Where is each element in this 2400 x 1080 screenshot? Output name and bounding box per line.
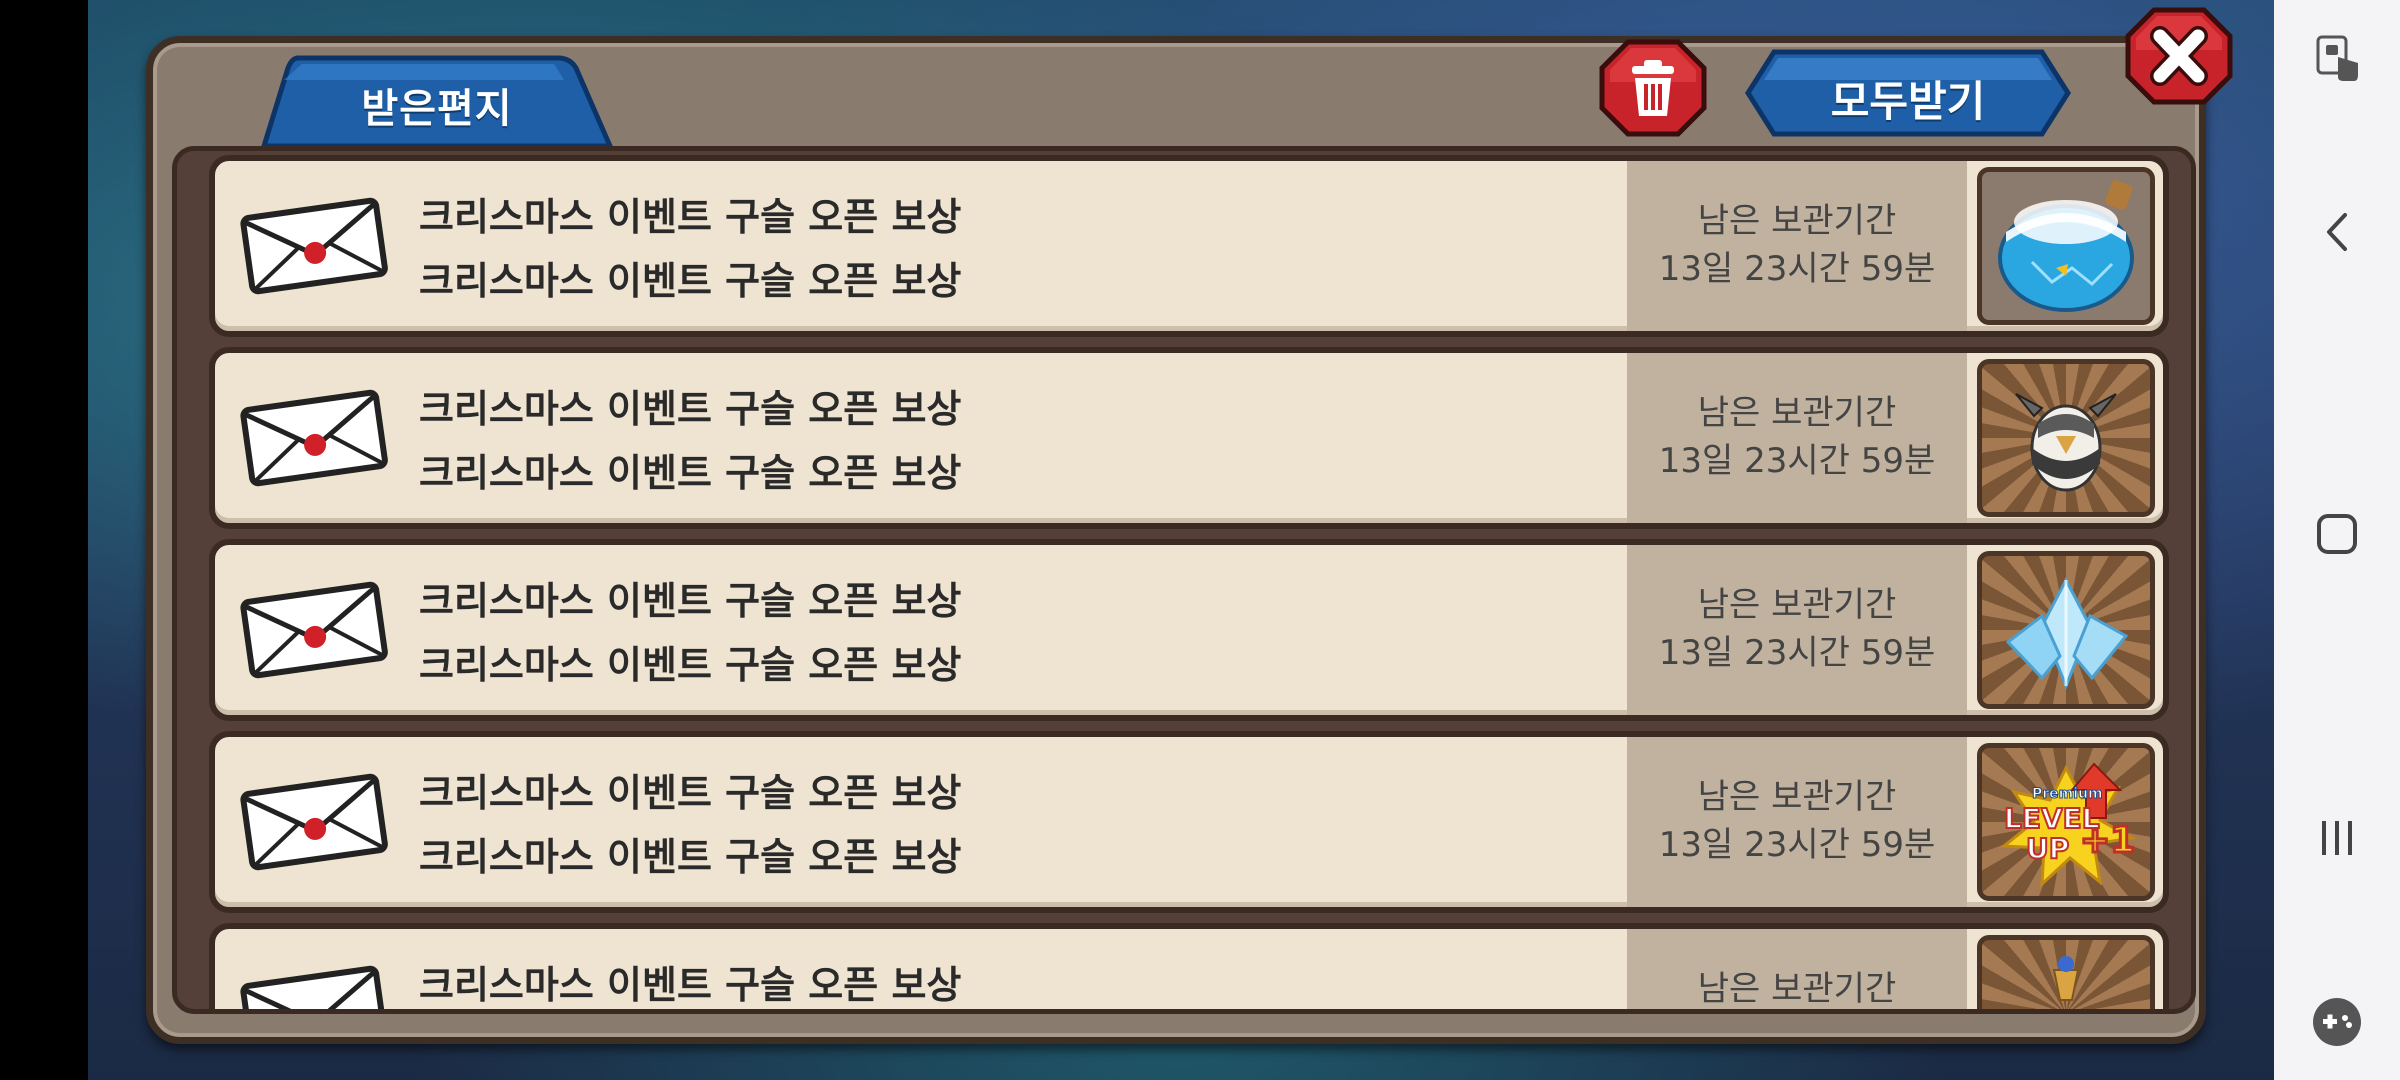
reward-slot[interactable]: [1977, 935, 2155, 1009]
expiry-box: 남은 보관기간 13일 23시간 59분: [1627, 545, 1967, 715]
touch-lock-icon: [2316, 35, 2358, 81]
mail-text: 크리스마스 이벤트 구슬 오픈 보상 크리스마스 이벤트 구슬 오픈 보상: [419, 185, 961, 313]
envelope-icon: [240, 965, 388, 1009]
mail-title: 크리스마스 이벤트 구슬 오픈 보상: [419, 963, 962, 1007]
mail-text: 크리스마스 이벤트 구슬 오픈 보상 크리스마스 이벤트 구슬 오픈 보상: [419, 377, 961, 505]
mail-item[interactable]: 크리스마스 이벤트 구슬 오픈 보상 크리스마스 이벤트 구슬 오픈 보상 남은…: [209, 347, 2169, 529]
lamp-icon: [2052, 956, 2080, 1001]
game-tools-button[interactable]: [2274, 990, 2400, 1054]
creature-egg-icon: [2015, 393, 2117, 492]
envelope-icon: [240, 389, 388, 487]
envelope-icon: [240, 581, 388, 679]
trash-icon: [1599, 39, 1707, 137]
touch-lock-button[interactable]: [2274, 28, 2400, 88]
left-black-bar: [0, 0, 88, 1080]
reward-slot[interactable]: [1977, 359, 2155, 517]
expiry-label: 남은 보관기간: [1697, 585, 1897, 625]
mail-subtitle: 크리스마스 이벤트 구슬 오픈 보상: [419, 835, 962, 879]
mail-subtitle: 크리스마스 이벤트 구슬 오픈 보상: [419, 451, 962, 495]
delete-button[interactable]: [1598, 38, 1708, 138]
system-nav-bar: [2274, 0, 2400, 1080]
mail-item[interactable]: 크리스마스 이벤트 구슬 오픈 보상 크리스마스 이벤트 구슬 오픈 보상 남은…: [209, 731, 2169, 913]
mail-text: 크리스마스 이벤트 구슬 오픈 보상: [419, 953, 962, 1009]
premium-level-up-icon: Premium LEVEL UP +1: [1999, 762, 2137, 888]
mail-item[interactable]: 크리스마스 이벤트 구슬 오픈 보상 크리스마스 이벤트 구슬 오픈 보상 남은…: [209, 539, 2169, 721]
mail-item[interactable]: 크리스마스 이벤트 구슬 오픈 보상 크리스마스 이벤트 구슬 오픈 보상 남은…: [209, 155, 2169, 337]
back-chevron-icon: [2327, 213, 2347, 251]
reward-text-plus-one: +1: [2080, 820, 2135, 861]
recent-apps-icon: [2322, 821, 2352, 855]
mail-subtitle: 크리스마스 이벤트 구슬 오픈 보상: [419, 259, 962, 303]
expiry-label: 남은 보관기간: [1697, 393, 1897, 433]
expiry-label: 남은 보관기간: [1697, 777, 1897, 817]
reward-slot[interactable]: [1977, 167, 2155, 325]
home-button[interactable]: [2274, 502, 2400, 566]
mail-title: 크리스마스 이벤트 구슬 오픈 보상: [419, 771, 962, 815]
expiry-label: 남은 보관기간: [1697, 969, 1897, 1009]
mail-title: 크리스마스 이벤트 구슬 오픈 보상: [419, 195, 962, 239]
expiry-box: 남은 보관기간 13일 23시간 59분: [1627, 737, 1967, 907]
envelope-icon: [240, 197, 388, 295]
expiry-time: 13일 23시간 59분: [1658, 825, 1936, 865]
mail-text: 크리스마스 이벤트 구슬 오픈 보상 크리스마스 이벤트 구슬 오픈 보상: [419, 569, 961, 697]
expiry-box: 남은 보관기간 13일 23시간 59분: [1627, 161, 1967, 331]
reward-slot[interactable]: [1977, 551, 2155, 709]
reward-slot[interactable]: Premium LEVEL UP +1: [1977, 743, 2155, 901]
expiry-box: 남은 보관기간: [1627, 929, 1967, 1009]
mail-subtitle: 크리스마스 이벤트 구슬 오픈 보상: [419, 643, 962, 687]
tab-inbox[interactable]: 받은편지: [258, 50, 616, 146]
gamepad-icon: [2313, 998, 2361, 1046]
mail-item[interactable]: 크리스마스 이벤트 구슬 오픈 보상 남은 보관기간: [209, 923, 2169, 1009]
crystal-icon: [2005, 576, 2129, 691]
tab-inbox-label: 받은편지: [361, 86, 513, 132]
receive-all-button[interactable]: 모두받기: [1744, 48, 2072, 138]
reward-text-premium: Premium: [2032, 786, 2103, 802]
expiry-time: 13일 23시간 59분: [1658, 249, 1936, 289]
home-square-icon: [2317, 514, 2357, 554]
mail-title: 크리스마스 이벤트 구슬 오픈 보상: [419, 579, 962, 623]
mail-list[interactable]: 크리스마스 이벤트 구슬 오픈 보상 크리스마스 이벤트 구슬 오픈 보상 남은…: [172, 146, 2196, 1014]
expiry-box: 남은 보관기간 13일 23시간 59분: [1627, 353, 1967, 523]
receive-all-label: 모두받기: [1830, 77, 1986, 126]
close-icon: [2125, 7, 2233, 105]
blue-potion-icon: [1982, 172, 2150, 320]
expiry-label: 남은 보관기간: [1697, 201, 1897, 241]
envelope-icon: [240, 773, 388, 871]
expiry-time: 13일 23시간 59분: [1658, 441, 1936, 481]
recent-apps-button[interactable]: [2274, 806, 2400, 870]
mail-title: 크리스마스 이벤트 구슬 오픈 보상: [419, 387, 962, 431]
mail-text: 크리스마스 이벤트 구슬 오픈 보상 크리스마스 이벤트 구슬 오픈 보상: [419, 761, 961, 889]
reward-text-up: UP: [2026, 832, 2069, 865]
close-button[interactable]: [2124, 6, 2234, 106]
back-button[interactable]: [2274, 200, 2400, 264]
expiry-time: 13일 23시간 59분: [1658, 633, 1936, 673]
